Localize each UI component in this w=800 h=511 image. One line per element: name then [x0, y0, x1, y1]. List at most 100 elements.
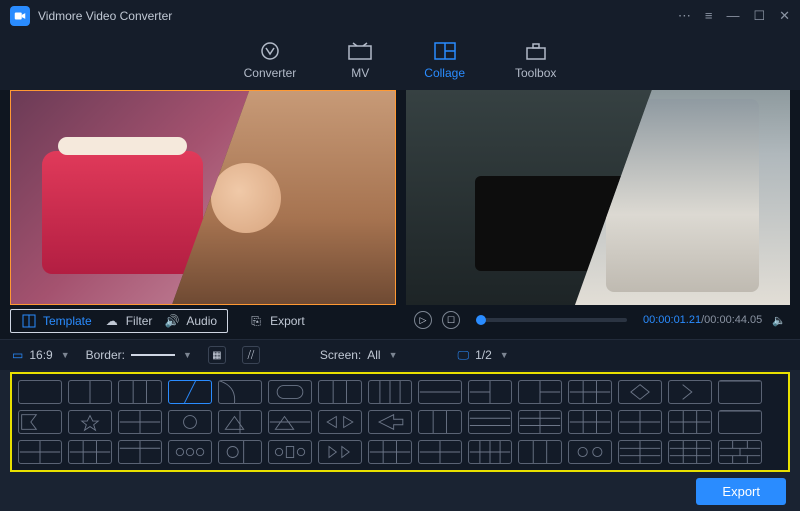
- time-current: 00:00:01.21: [643, 314, 701, 326]
- maximize-icon[interactable]: ☐: [753, 8, 765, 24]
- template-cell[interactable]: [418, 380, 462, 404]
- template-cell[interactable]: [668, 410, 712, 434]
- title-bar: Vidmore Video Converter ⋯ ≡ ― ☐ ✕: [0, 0, 800, 32]
- tab-audio-label: Audio: [186, 314, 217, 328]
- collage-tool-tabs: Template ☁ Filter 🔊 Audio: [10, 309, 228, 333]
- template-cell[interactable]: [518, 410, 562, 434]
- screen-value: All: [367, 348, 380, 362]
- template-cell[interactable]: [518, 380, 562, 404]
- template-cell[interactable]: [618, 410, 662, 434]
- template-cell[interactable]: [418, 440, 462, 464]
- collage-icon: [431, 40, 459, 62]
- tab-filter[interactable]: ☁ Filter: [104, 314, 153, 328]
- template-cell[interactable]: [218, 440, 262, 464]
- template-cell[interactable]: [518, 440, 562, 464]
- template-cell[interactable]: [718, 440, 762, 464]
- border-color-button[interactable]: ▦: [208, 346, 226, 364]
- output-preview: [406, 90, 790, 305]
- stop-button[interactable]: ☐: [442, 311, 460, 329]
- template-cell[interactable]: [218, 410, 262, 434]
- aspect-ratio-value: 16:9: [29, 348, 52, 362]
- template-cell[interactable]: [718, 380, 762, 404]
- template-cell[interactable]: [268, 410, 312, 434]
- page-select[interactable]: 🖵 1/2 ▼: [458, 348, 509, 363]
- feedback-icon[interactable]: ⋯: [678, 8, 691, 24]
- screen-select[interactable]: Screen: All ▼: [320, 348, 398, 362]
- toolbox-icon: [522, 40, 550, 62]
- audio-icon: 🔊: [164, 314, 180, 328]
- screen-label: Screen:: [320, 348, 361, 362]
- close-icon[interactable]: ✕: [779, 8, 790, 24]
- tab-template-label: Template: [43, 314, 92, 328]
- export-tab[interactable]: ⎘ Export: [248, 314, 305, 329]
- template-grid: [10, 372, 790, 472]
- export-icon: ⎘: [248, 314, 264, 329]
- template-cell[interactable]: [318, 380, 362, 404]
- nav-mv[interactable]: MV: [346, 40, 374, 80]
- template-cell[interactable]: [618, 380, 662, 404]
- minimize-icon[interactable]: ―: [726, 8, 739, 24]
- collage-canvas[interactable]: [10, 90, 396, 305]
- aspect-ratio-select[interactable]: ▭ 16:9 ▼: [12, 348, 70, 362]
- template-cell[interactable]: [68, 380, 112, 404]
- preview-area: [0, 90, 800, 305]
- tab-template[interactable]: Template: [21, 314, 92, 328]
- mv-icon: [346, 40, 374, 62]
- volume-icon[interactable]: 🔈: [772, 314, 786, 327]
- template-cell[interactable]: [568, 440, 612, 464]
- border-label: Border:: [86, 348, 125, 362]
- template-cell[interactable]: [668, 380, 712, 404]
- menu-icon[interactable]: ≡: [705, 8, 713, 24]
- export-button[interactable]: Export: [696, 478, 786, 505]
- tab-audio[interactable]: 🔊 Audio: [164, 314, 217, 328]
- play-button[interactable]: ▷: [414, 311, 432, 329]
- template-cell[interactable]: [168, 380, 212, 404]
- template-cell[interactable]: [118, 380, 162, 404]
- template-cell[interactable]: [318, 440, 362, 464]
- filter-icon: ☁: [104, 314, 120, 328]
- template-cell[interactable]: [368, 380, 412, 404]
- nav-toolbox[interactable]: Toolbox: [515, 40, 556, 80]
- nav-converter[interactable]: Converter: [244, 40, 297, 80]
- export-tab-label: Export: [270, 314, 305, 328]
- template-cell[interactable]: [268, 440, 312, 464]
- template-cell[interactable]: [18, 410, 62, 434]
- template-cell[interactable]: [568, 380, 612, 404]
- template-cell[interactable]: [418, 410, 462, 434]
- border-style-button[interactable]: ⧸⧸: [242, 346, 260, 364]
- template-cell[interactable]: [668, 440, 712, 464]
- template-cell[interactable]: [468, 410, 512, 434]
- border-select[interactable]: Border: ▼: [86, 348, 192, 362]
- app-title: Vidmore Video Converter: [38, 9, 172, 23]
- template-cell[interactable]: [118, 440, 162, 464]
- template-cell[interactable]: [468, 380, 512, 404]
- template-cell[interactable]: [168, 440, 212, 464]
- template-cell[interactable]: [68, 410, 112, 434]
- template-cell[interactable]: [68, 440, 112, 464]
- template-cell[interactable]: [468, 440, 512, 464]
- template-cell[interactable]: [268, 380, 312, 404]
- progress-bar[interactable]: [476, 318, 627, 322]
- screen-icon: 🖵: [458, 348, 470, 363]
- template-options: ▭ 16:9 ▼ Border: ▼ ▦ ⧸⧸ Screen: All ▼ 🖵 …: [0, 339, 800, 370]
- nav-collage[interactable]: Collage: [424, 40, 465, 80]
- template-cell[interactable]: [168, 410, 212, 434]
- tab-filter-label: Filter: [126, 314, 153, 328]
- template-cell[interactable]: [718, 410, 762, 434]
- template-cell[interactable]: [618, 440, 662, 464]
- chevron-down-icon: ▼: [500, 350, 509, 360]
- nav-collage-label: Collage: [424, 66, 465, 80]
- nav-mv-label: MV: [351, 66, 369, 80]
- template-cell[interactable]: [368, 440, 412, 464]
- template-icon: [21, 314, 37, 328]
- template-cell[interactable]: [218, 380, 262, 404]
- chevron-down-icon: ▼: [183, 350, 192, 360]
- template-cell[interactable]: [368, 410, 412, 434]
- template-cell[interactable]: [118, 410, 162, 434]
- template-cell[interactable]: [18, 380, 62, 404]
- nav-toolbox-label: Toolbox: [515, 66, 556, 80]
- time-display: 00:00:01.21/00:00:44.05: [643, 314, 762, 326]
- template-cell[interactable]: [318, 410, 362, 434]
- template-cell[interactable]: [18, 440, 62, 464]
- template-cell[interactable]: [568, 410, 612, 434]
